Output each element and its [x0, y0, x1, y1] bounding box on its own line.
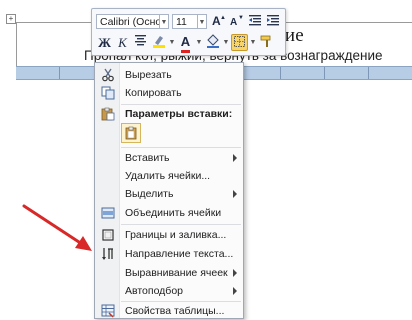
menu-item-select[interactable]: Выделить [96, 185, 242, 203]
table-properties-icon [96, 304, 120, 318]
menu-item-merge-cells[interactable]: Объединить ячейки [96, 204, 242, 222]
menu-item-borders-shading[interactable]: Границы и заливка... [96, 226, 242, 244]
font-name-dropdown-icon[interactable]: ▼ [160, 13, 169, 29]
merge-cells-icon [96, 206, 120, 220]
decrease-indent-icon[interactable] [246, 13, 263, 30]
center-align-icon[interactable] [132, 34, 149, 51]
menu-item-delete-cells[interactable]: Удалить ячейки... [96, 167, 242, 185]
font-color-dropdown-icon[interactable]: ▼ [195, 34, 203, 51]
menu-item-copy[interactable]: Копировать [96, 84, 242, 102]
menu-item-label: Вставить [125, 152, 170, 164]
mini-toolbar-row-1: Calibri (Основ ▼ 11 ▼ A▲ A▼ [96, 12, 282, 30]
table-move-handle[interactable]: + [6, 14, 16, 24]
menu-item-insert[interactable]: Вставить [96, 149, 242, 167]
font-color-button[interactable]: A [177, 34, 194, 53]
svg-text:▼: ▼ [238, 15, 244, 21]
svg-text:▲: ▲ [220, 15, 226, 21]
mini-toolbar-row-2: Ж К ▼ A ▼ ▼ ▼ [96, 33, 276, 53]
paste-icon [96, 107, 120, 121]
font-name-box[interactable]: Calibri (Основ [96, 13, 160, 29]
submenu-arrow-icon [233, 154, 237, 162]
increase-indent-icon[interactable] [264, 13, 281, 30]
italic-button[interactable]: К [114, 34, 131, 51]
font-color-label: A [180, 35, 191, 53]
menu-item-label: Удалить ячейки... [125, 170, 211, 182]
table-border-left [16, 22, 17, 66]
submenu-arrow-icon [233, 269, 237, 277]
menu-item-label: Объединить ячейки [125, 207, 222, 219]
menu-item-label: Вырезать [125, 69, 172, 81]
menu-item-autofit[interactable]: Автоподбор [96, 282, 242, 300]
paste-keep-formatting-button[interactable] [121, 123, 141, 143]
table-cell[interactable] [281, 67, 325, 79]
mini-toolbar: Calibri (Основ ▼ 11 ▼ A▲ A▼ Ж К ▼ A ▼ [91, 8, 286, 56]
table-cell[interactable] [369, 67, 412, 79]
grow-font-icon[interactable]: A ▲ [210, 13, 227, 30]
submenu-arrow-icon [233, 190, 237, 198]
submenu-arrow-icon [233, 287, 237, 295]
table-cell[interactable] [16, 67, 61, 79]
menu-item-label: Копировать [125, 87, 182, 99]
menu-separator [121, 147, 241, 148]
menu-item-label: Выравнивание ячеек [125, 267, 228, 279]
format-painter-icon[interactable] [258, 34, 275, 51]
menu-item-cell-alignment[interactable]: Выравнивание ячеек [96, 264, 242, 282]
menu-item-table-properties[interactable]: Свойства таблицы... [96, 302, 242, 320]
menu-item-cut[interactable]: Вырезать [96, 66, 242, 84]
paste-options-header: Параметры вставки: [96, 105, 242, 123]
bold-button[interactable]: Ж [96, 34, 113, 51]
menu-item-label: Автоподбор [125, 285, 183, 297]
highlight-dropdown-icon[interactable]: ▼ [168, 34, 176, 51]
borders-icon [96, 228, 120, 242]
highlight-color-icon[interactable] [150, 34, 167, 51]
table-cell[interactable] [325, 67, 369, 79]
copy-icon [96, 86, 120, 100]
svg-text:A: A [230, 17, 237, 27]
font-size-dropdown-icon[interactable]: ▼ [198, 13, 207, 29]
text-direction-icon [96, 247, 120, 261]
menu-item-label: Границы и заливка... [125, 229, 227, 241]
menu-separator [121, 224, 241, 225]
shading-icon[interactable] [204, 33, 221, 51]
font-size-box[interactable]: 11 [172, 13, 198, 29]
menu-item-text-direction[interactable]: Направление текста... [96, 245, 242, 263]
shading-dropdown-icon[interactable]: ▼ [222, 34, 230, 51]
shrink-font-icon[interactable]: A ▼ [228, 13, 245, 30]
menu-item-label: Свойства таблицы... [125, 305, 225, 317]
context-menu: Вырезать Копировать Параметры вставки: В… [94, 62, 244, 319]
scissors-icon [96, 68, 120, 82]
menu-item-label: Выделить [125, 188, 174, 200]
menu-item-label: Направление текста... [125, 248, 234, 260]
borders-dropdown-icon[interactable]: ▼ [249, 34, 257, 51]
borders-button-icon[interactable] [231, 33, 248, 51]
